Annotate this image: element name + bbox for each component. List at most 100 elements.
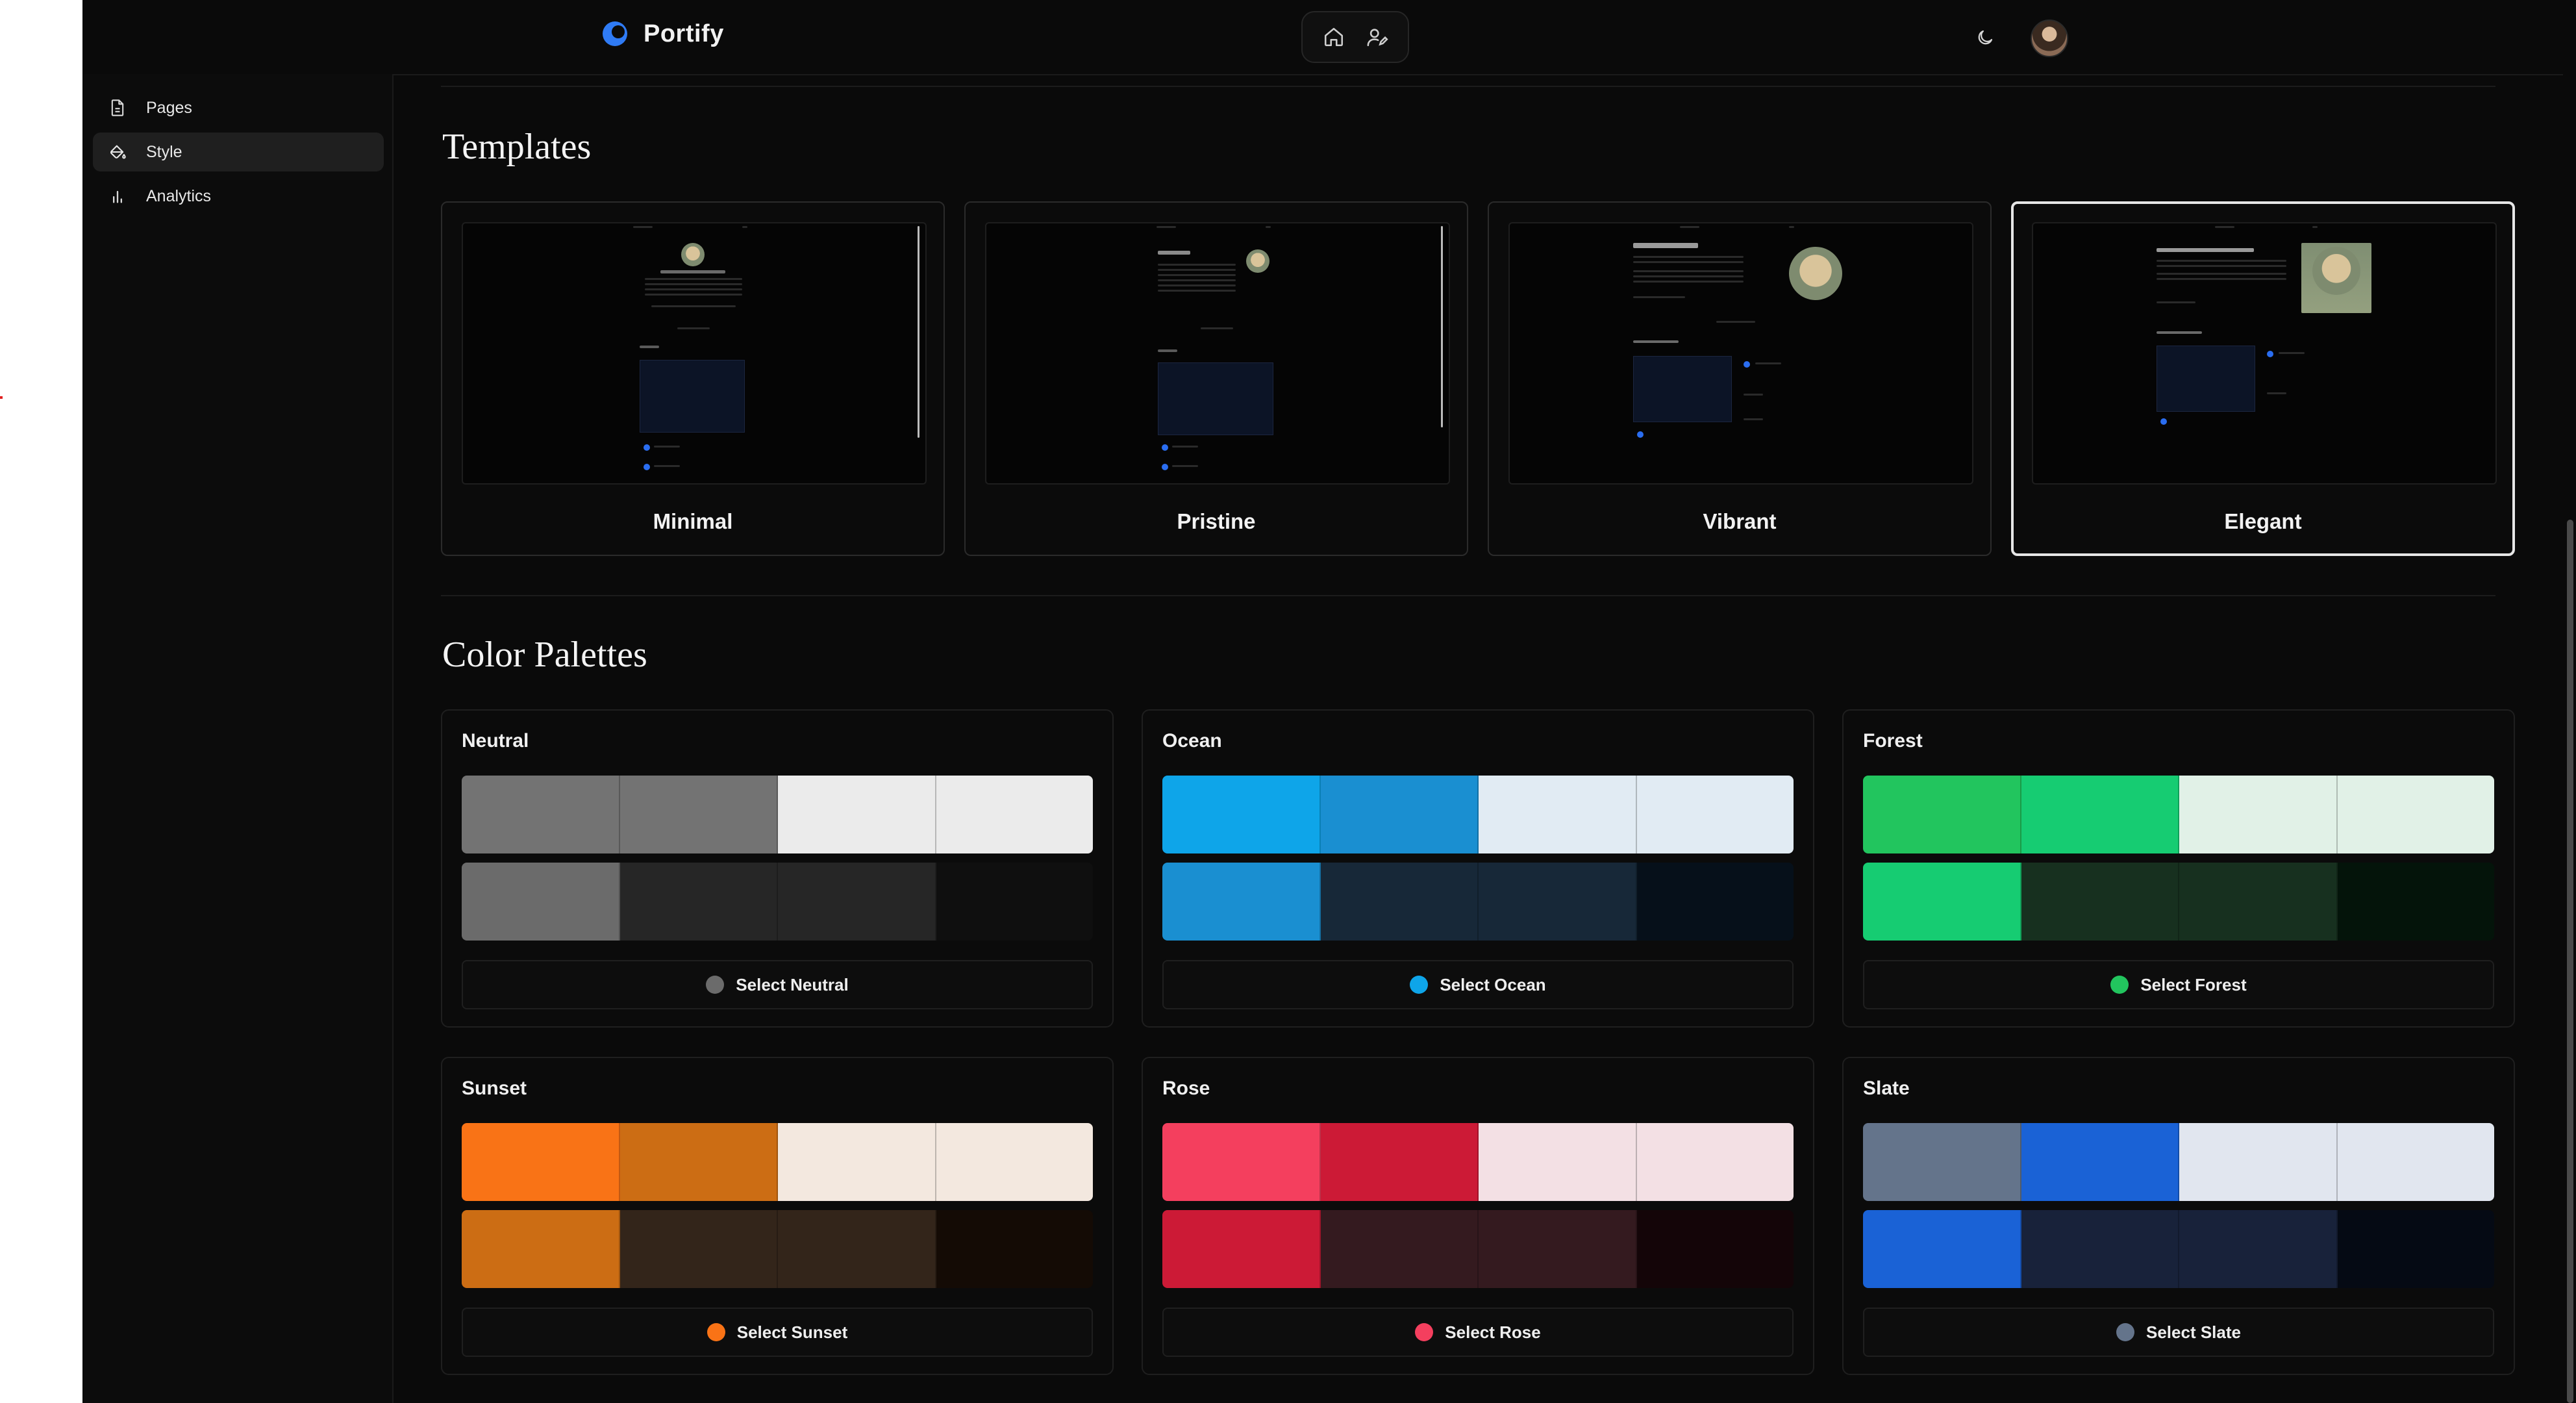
template-card-vibrant[interactable]: Vibrant bbox=[1488, 201, 1992, 556]
color-swatch bbox=[462, 1210, 620, 1288]
color-dot-icon bbox=[1415, 1323, 1434, 1341]
color-swatch bbox=[619, 863, 778, 941]
template-label: Minimal bbox=[653, 509, 733, 533]
template-card-minimal[interactable]: Minimal bbox=[441, 201, 945, 556]
theme-toggle-button[interactable] bbox=[1968, 21, 2002, 55]
color-swatch bbox=[1863, 1123, 2021, 1201]
color-swatch bbox=[1479, 1210, 1637, 1288]
template-card-pristine[interactable]: Pristine bbox=[964, 201, 1468, 556]
color-swatch bbox=[2021, 1123, 2179, 1201]
select-label: Select Slate bbox=[2146, 1322, 2241, 1342]
color-swatch bbox=[2337, 863, 2494, 941]
color-swatch bbox=[2337, 1210, 2494, 1288]
color-swatch bbox=[936, 1123, 1093, 1201]
select-label: Select Neutral bbox=[736, 974, 849, 994]
select-forest-button[interactable]: Select Forest bbox=[1863, 960, 2494, 1009]
select-rose-button[interactable]: Select Rose bbox=[1162, 1308, 1794, 1357]
color-dot-icon bbox=[2110, 976, 2129, 994]
color-swatch bbox=[936, 1210, 1093, 1288]
template-card-elegant[interactable]: Elegant bbox=[2011, 201, 2515, 556]
color-swatch bbox=[1636, 776, 1794, 853]
dark-swatches bbox=[1863, 863, 2494, 941]
palette-card-rose: Rose Select Rose bbox=[1142, 1057, 1814, 1375]
color-palettes-title: Color Palettes bbox=[442, 635, 647, 675]
color-swatch bbox=[2179, 1123, 2338, 1201]
color-dot-icon bbox=[1410, 976, 1429, 994]
brand[interactable]: Portify bbox=[601, 19, 724, 48]
dark-swatches bbox=[462, 863, 1093, 941]
palette-name: Forest bbox=[1863, 730, 1923, 752]
user-edit-icon bbox=[1367, 29, 1388, 47]
color-swatch bbox=[1636, 863, 1794, 941]
template-label: Pristine bbox=[1177, 509, 1256, 533]
select-slate-button[interactable]: Select Slate bbox=[1863, 1308, 2494, 1357]
light-swatches bbox=[462, 1123, 1093, 1201]
palette-card-slate: Slate Select Slate bbox=[1842, 1057, 2515, 1375]
top-header: Portify bbox=[82, 0, 2576, 75]
color-swatch bbox=[2021, 863, 2179, 941]
color-swatch bbox=[2021, 776, 2179, 853]
color-swatch bbox=[2179, 1210, 2338, 1288]
paint-bucket-icon bbox=[107, 142, 128, 162]
sidebar-item-pages[interactable]: Pages bbox=[93, 88, 384, 127]
color-swatch bbox=[1320, 1210, 1479, 1288]
color-swatch bbox=[936, 863, 1093, 941]
portify-logo-icon bbox=[603, 21, 627, 46]
template-preview bbox=[2032, 222, 2497, 485]
sidebar: Pages Style Analytics bbox=[82, 74, 394, 1403]
select-label: Select Rose bbox=[1445, 1322, 1541, 1342]
template-preview bbox=[462, 222, 927, 485]
scrollbar-thumb[interactable] bbox=[2567, 520, 2573, 1403]
color-swatch bbox=[1479, 1123, 1637, 1201]
edge-marker bbox=[0, 396, 3, 399]
color-swatch bbox=[1162, 863, 1321, 941]
color-swatch bbox=[462, 776, 620, 853]
select-neutral-button[interactable]: Select Neutral bbox=[462, 960, 1093, 1009]
select-sunset-button[interactable]: Select Sunset bbox=[462, 1308, 1093, 1357]
color-swatch bbox=[462, 1123, 620, 1201]
sidebar-item-label: Analytics bbox=[146, 186, 212, 205]
main-content: Templates Minimal Pristine Vibrant Elega… bbox=[394, 74, 2576, 1403]
light-swatches bbox=[1162, 1123, 1794, 1201]
edit-profile-button[interactable] bbox=[1359, 19, 1395, 55]
color-swatch bbox=[462, 863, 620, 941]
sidebar-item-analytics[interactable]: Analytics bbox=[93, 177, 384, 216]
select-ocean-button[interactable]: Select Ocean bbox=[1162, 960, 1794, 1009]
palette-name: Neutral bbox=[462, 730, 529, 752]
moon-icon bbox=[1978, 30, 1993, 45]
palette-card-sunset: Sunset Select Sunset bbox=[441, 1057, 1114, 1375]
palette-card-forest: Forest Select Forest bbox=[1842, 709, 2515, 1028]
templates-title: Templates bbox=[442, 127, 592, 167]
palette-card-neutral: Neutral Select Neutral bbox=[441, 709, 1114, 1028]
color-swatch bbox=[1320, 1123, 1479, 1201]
color-dot-icon bbox=[2116, 1323, 2134, 1341]
template-preview bbox=[1508, 222, 1973, 485]
light-swatches bbox=[1162, 776, 1794, 853]
dark-swatches bbox=[1863, 1210, 2494, 1288]
color-swatch bbox=[2337, 776, 2494, 853]
divider bbox=[441, 86, 2495, 87]
color-swatch bbox=[619, 776, 778, 853]
sidebar-item-label: Pages bbox=[146, 98, 192, 117]
color-swatch bbox=[2179, 863, 2338, 941]
brand-name: Portify bbox=[644, 19, 724, 47]
dark-swatches bbox=[1162, 863, 1794, 941]
dark-swatches bbox=[462, 1210, 1093, 1288]
color-swatch bbox=[619, 1123, 778, 1201]
template-label: Vibrant bbox=[1703, 509, 1777, 533]
color-swatch bbox=[936, 776, 1093, 853]
color-swatch bbox=[1636, 1123, 1794, 1201]
avatar[interactable] bbox=[2031, 19, 2068, 57]
home-button[interactable] bbox=[1316, 19, 1352, 55]
color-swatch bbox=[1863, 1210, 2021, 1288]
color-swatch bbox=[1162, 776, 1321, 853]
sidebar-item-style[interactable]: Style bbox=[93, 133, 384, 171]
color-swatch bbox=[778, 776, 936, 853]
select-label: Select Forest bbox=[2140, 974, 2247, 994]
palette-name: Rose bbox=[1162, 1078, 1210, 1099]
color-swatch bbox=[1863, 863, 2021, 941]
color-swatch bbox=[778, 1123, 936, 1201]
app-window: Portify Pages Style Analytics Templates … bbox=[82, 0, 2576, 1403]
color-swatch bbox=[2021, 1210, 2179, 1288]
color-swatch bbox=[1320, 863, 1479, 941]
